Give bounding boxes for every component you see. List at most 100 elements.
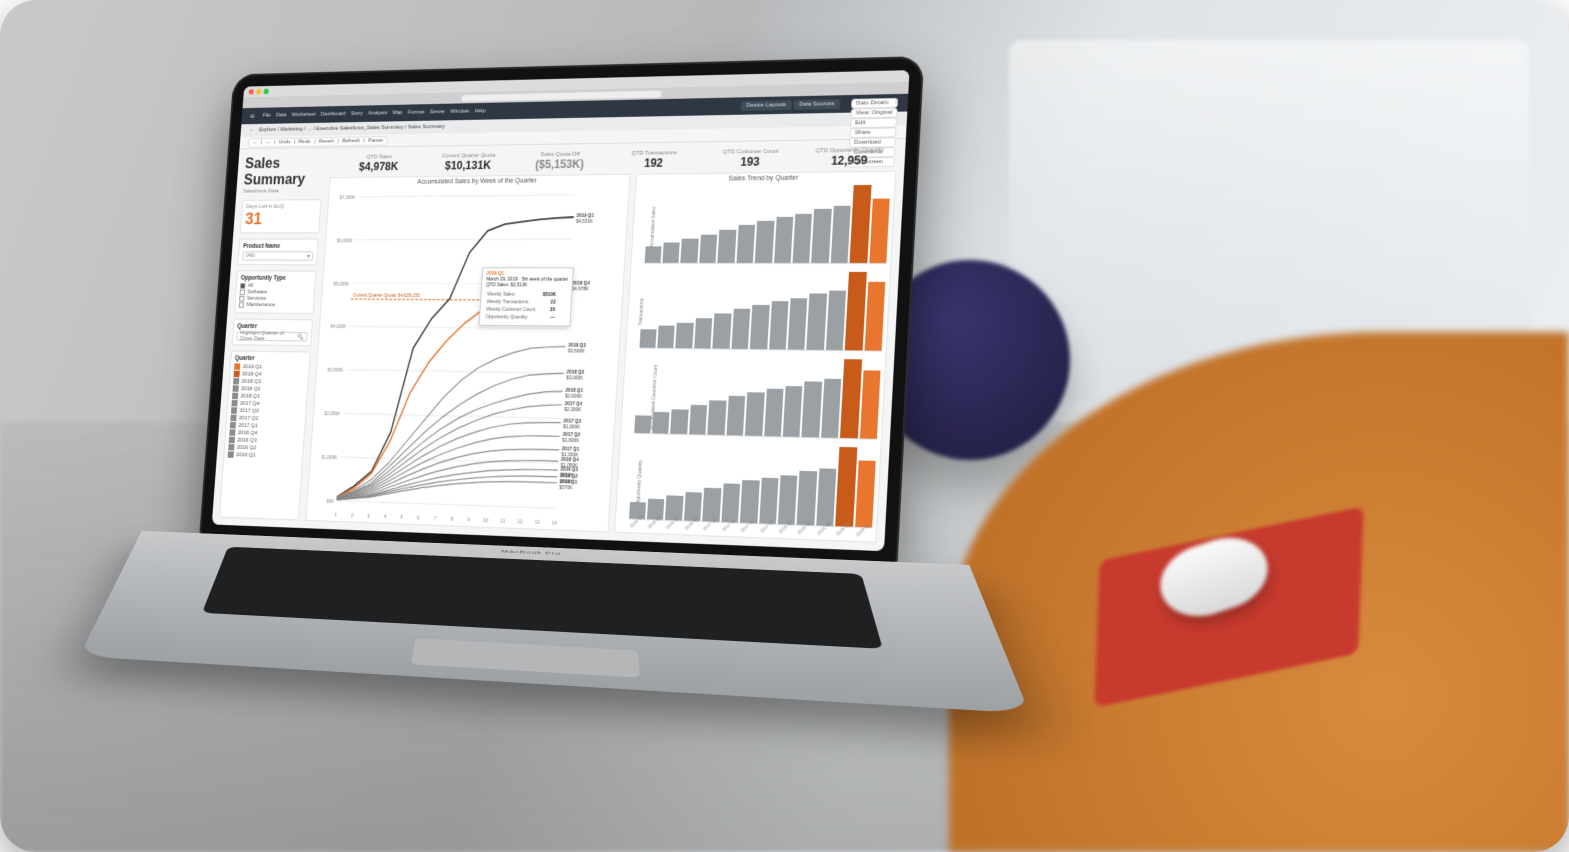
opportunity-type-option[interactable]: Services [239, 296, 310, 302]
svg-text:Current Quarter Quota: $4,628,: Current Quarter Quota: $4,628,235 [353, 292, 420, 299]
bar-panel: Accumulated Sales [631, 183, 895, 270]
nav-menu-item[interactable]: Map [392, 110, 402, 116]
window-close-icon[interactable] [249, 89, 254, 95]
bar [759, 477, 779, 524]
bar [657, 326, 675, 349]
legend-label: 2018 Q2 [241, 386, 261, 392]
legend-label: 2016 Q3 [237, 437, 257, 443]
bar [662, 242, 680, 264]
search-icon: 🔍 [297, 334, 304, 341]
sales-trend-chart[interactable]: Sales Trend by Quarter Accumulated Sales… [614, 171, 897, 543]
days-left-value: 31 [244, 209, 316, 228]
comment-icon[interactable]: ● [875, 100, 879, 106]
bar [774, 217, 794, 264]
option-label: All [248, 283, 254, 288]
opportunity-type-option[interactable]: Maintenance [239, 302, 310, 308]
bar [783, 386, 803, 438]
toolbar-button[interactable]: ← [252, 140, 257, 145]
svg-text:12: 12 [517, 519, 523, 526]
legend-swatch-icon [228, 444, 234, 451]
nav-menu-item[interactable]: Format [408, 110, 425, 116]
opportunity-type-option[interactable]: Software [240, 290, 311, 296]
nav-menu-item[interactable]: Analysis [368, 111, 388, 117]
toolbar-button[interactable]: Share [850, 127, 897, 138]
svg-text:$7,000K: $7,000K [339, 195, 356, 202]
svg-text:$3,000K: $3,000K [327, 367, 344, 374]
legend-swatch-icon [234, 371, 240, 378]
accumulated-sales-chart[interactable]: Accumulated Sales by Week of the Quarter… [305, 174, 630, 533]
legend: Quarter 2019 Q1 2018 Q4 2018 Q3 2018 Q2 … [219, 351, 311, 521]
breadcrumb-item[interactable]: Sales Summary [408, 124, 445, 130]
bar [713, 314, 732, 350]
breadcrumb-item[interactable]: Explore [259, 127, 276, 133]
bar [855, 460, 876, 528]
legend-label: 2016 Q1 [236, 452, 256, 458]
bar [707, 400, 726, 436]
window-minimize-icon[interactable] [256, 89, 261, 95]
kpi-value: 12,959 [804, 153, 895, 168]
bar [778, 475, 798, 526]
bar-panel-label: Transactions [638, 298, 645, 325]
kpi-value: $10,131K [427, 158, 509, 172]
kpi-value: 192 [610, 156, 697, 170]
svg-text:3: 3 [367, 513, 370, 520]
kpi-value: $4,978K [339, 160, 419, 174]
breadcrumb-back-icon[interactable]: ← [249, 128, 254, 133]
nav-menu-item[interactable]: Story [351, 111, 363, 117]
legend-swatch-icon [234, 363, 240, 369]
breadcrumb-item[interactable]: Executive Salesforce_Sales Summary [316, 125, 404, 132]
toolbar-button[interactable]: Redo [298, 139, 311, 145]
nav-menu-item[interactable]: Help [474, 108, 485, 114]
share-icon[interactable]: ● [856, 101, 860, 107]
nav-button[interactable]: Data Sources [793, 99, 841, 110]
toolbar-button[interactable]: → [265, 140, 270, 146]
svg-text:5: 5 [400, 514, 403, 521]
laptop: ⊞ FileDataWorksheetDashboardStoryAnalysi… [181, 55, 945, 844]
svg-text:$3,000K: $3,000K [566, 375, 584, 382]
svg-text:4: 4 [384, 514, 387, 521]
legend-item[interactable]: 2018 Q4 [234, 371, 305, 379]
download-icon[interactable]: ● [865, 100, 869, 106]
legend-item[interactable]: 2019 Q1 [234, 363, 305, 371]
breadcrumb-item[interactable]: Marketing [280, 127, 303, 133]
nav-menu-item[interactable]: Data [276, 113, 287, 119]
nav-menu-item[interactable]: Worksheet [291, 112, 315, 118]
kpi-card: QTD Opportunity Quantity 12,959 [802, 145, 898, 170]
bar [750, 305, 769, 351]
opportunity-type-option[interactable]: All [240, 283, 311, 289]
option-label: Services [247, 296, 267, 302]
product-name-select[interactable]: (All) ▾ [242, 251, 313, 260]
nav-menu-item[interactable]: File [263, 113, 271, 119]
legend-swatch-icon [228, 451, 234, 458]
page-subtitle: Salesforce Data [243, 188, 322, 194]
nav-menu-item[interactable]: Dashboard [321, 111, 346, 117]
legend-label: 2016 Q2 [237, 445, 257, 451]
svg-text:$1,900K: $1,900K [563, 424, 581, 431]
filter-product-label: Product Name [243, 243, 314, 249]
quarter-highlight-select[interactable]: Highlight Quarter of Close Date 🔍 [236, 331, 308, 341]
toolbar-button[interactable]: Revert [319, 138, 334, 144]
toolbar-button[interactable]: Undo [278, 139, 290, 145]
filter-quarter-highlight: Quarter Highlight Quarter of Close Date … [232, 319, 313, 346]
legend-item[interactable]: 2016 Q1 [228, 451, 300, 460]
toolbar-button[interactable]: View: Original [851, 107, 898, 118]
toolbar-button[interactable]: Refresh [342, 138, 360, 144]
window-zoom-icon[interactable] [263, 89, 268, 95]
kpi-card: QTD Transactions 192 [608, 148, 699, 172]
nav-menu-item[interactable]: Window [450, 109, 469, 115]
toolbar-button[interactable]: Pause [368, 138, 383, 144]
breadcrumb-item[interactable]: … [307, 127, 312, 133]
opportunity-type-label: Opportunity Type [241, 275, 312, 282]
nav-button[interactable]: Device Layouts [740, 100, 792, 111]
legend-label: 2016 Q4 [238, 430, 258, 436]
filter-product: Product Name (All) ▾ [238, 239, 319, 266]
user-icon[interactable]: ● [894, 100, 898, 106]
kpi-card: Sales Quota Diff ($5,153K) [516, 149, 605, 173]
svg-text:$2,000K: $2,000K [324, 411, 341, 418]
chart-tooltip: 2019 Q1 March 29, 2019 · 5th week of the… [479, 267, 574, 326]
option-label: Software [247, 290, 267, 296]
bar-panel-label: Opportunity Quantity [635, 460, 643, 505]
nav-menu-item[interactable]: Server [429, 109, 445, 115]
toolbar-button[interactable]: Edit [850, 117, 897, 128]
bar [634, 415, 652, 434]
